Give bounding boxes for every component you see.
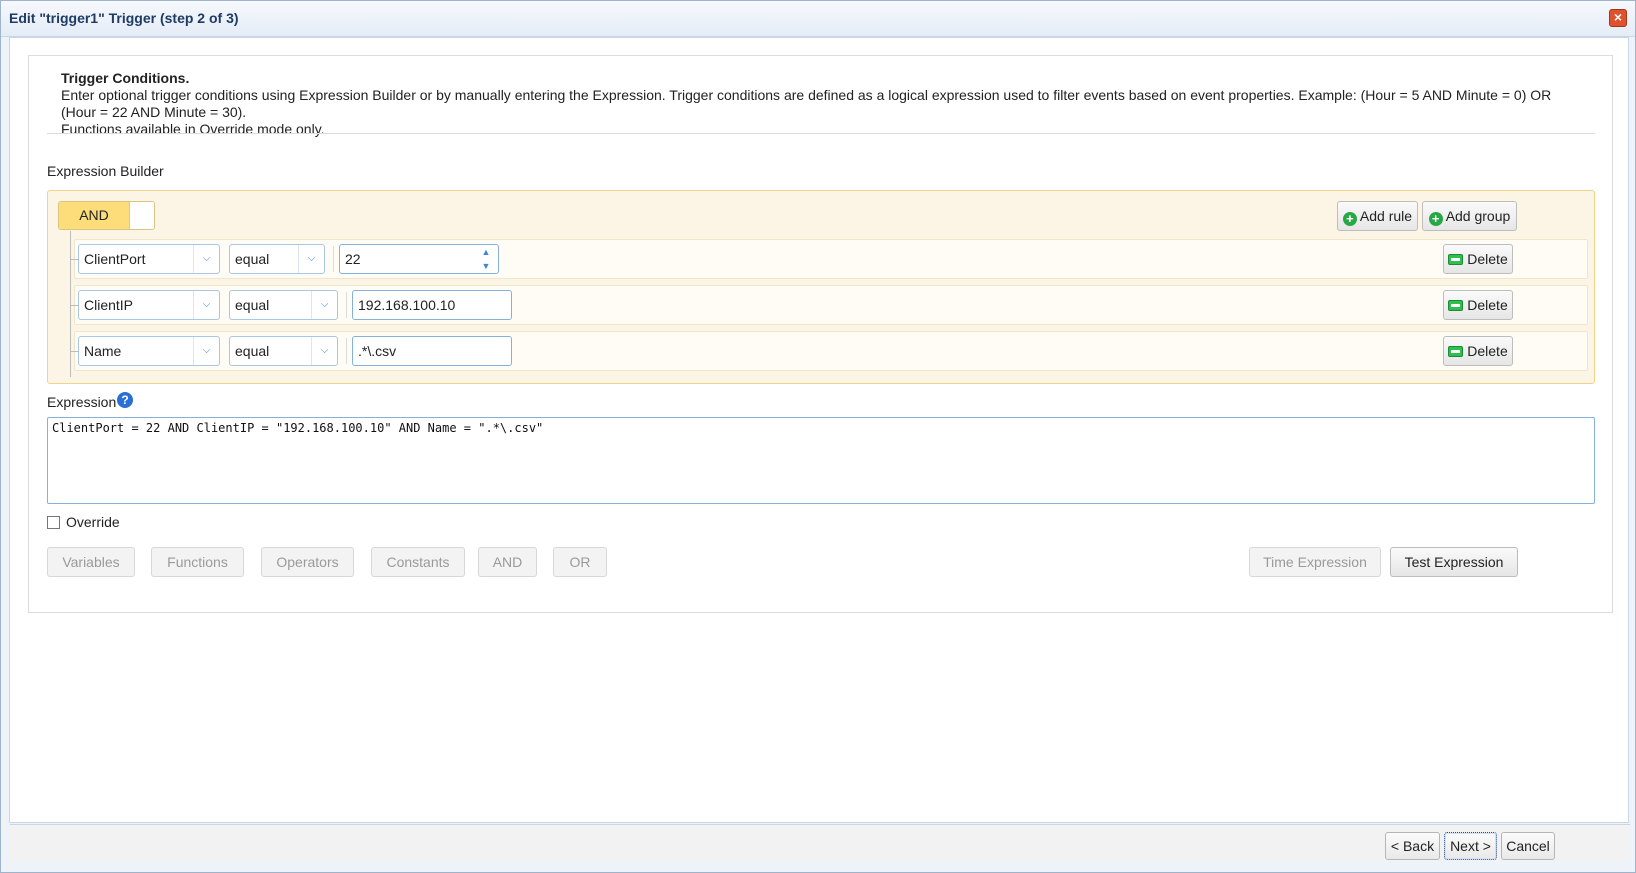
intro-heading: Trigger Conditions.	[61, 70, 190, 86]
delete-label: Delete	[1467, 251, 1508, 267]
or-button[interactable]: OR	[553, 547, 607, 577]
and-button[interactable]: AND	[478, 547, 537, 577]
intro-text: Trigger Conditions. Enter optional trigg…	[61, 70, 1581, 138]
intro-description: Enter optional trigger conditions using …	[61, 87, 1552, 120]
chevron-down-icon: ⌵	[193, 337, 219, 365]
edit-trigger-dialog: Edit "trigger1" Trigger (step 2 of 3) × …	[0, 0, 1636, 873]
plus-icon: +	[1342, 212, 1357, 226]
close-icon[interactable]: ×	[1609, 9, 1627, 27]
add-rule-label: Add rule	[1359, 208, 1413, 224]
tree-line	[70, 231, 71, 377]
back-button[interactable]: < Back	[1385, 832, 1440, 860]
delete-label: Delete	[1467, 297, 1508, 313]
delete-label: Delete	[1467, 343, 1508, 359]
minus-icon	[1448, 254, 1464, 265]
operator-select[interactable]: equal ⌵	[229, 336, 338, 366]
chevron-down-icon: ⌵	[193, 291, 219, 319]
value-text: .*\.csv	[358, 343, 397, 359]
expression-label: Expression	[47, 394, 117, 410]
operator-select-value: equal	[235, 343, 270, 359]
value-number-input[interactable]: 22 ▲ ▼	[339, 244, 499, 274]
value-text: 192.168.100.10	[358, 297, 456, 313]
cancel-button[interactable]: Cancel	[1501, 832, 1555, 860]
chevron-down-icon: ⌵	[298, 245, 324, 273]
functions-button[interactable]: Functions	[151, 547, 244, 577]
field-select[interactable]: ClientPort ⌵	[78, 244, 220, 274]
rule-row: Name ⌵ equal ⌵ .*\.csv Delete	[71, 331, 1588, 371]
expression-textarea[interactable]: ClientPort = 22 AND ClientIP = "192.168.…	[47, 417, 1595, 504]
variables-button[interactable]: Variables	[47, 547, 135, 577]
time-expression-button[interactable]: Time Expression	[1249, 547, 1381, 577]
value-number-text: 22	[345, 251, 361, 267]
delete-rule-button[interactable]: Delete	[1443, 336, 1513, 366]
delete-rule-button[interactable]: Delete	[1443, 244, 1513, 274]
next-button[interactable]: Next >	[1444, 832, 1497, 860]
dialog-content: Trigger Conditions. Enter optional trigg…	[9, 37, 1630, 861]
delete-rule-button[interactable]: Delete	[1443, 290, 1513, 320]
operator-select-value: equal	[235, 251, 270, 267]
rule-row: ClientIP ⌵ equal ⌵ 192.168.100.10 Delete	[71, 285, 1588, 325]
override-checkbox[interactable]	[47, 516, 60, 529]
operator-select[interactable]: equal ⌵	[229, 244, 325, 274]
rule-row: ClientPort ⌵ equal ⌵ 22 ▲ ▼ Delete	[71, 239, 1588, 279]
dialog-title: Edit "trigger1" Trigger (step 2 of 3)	[9, 10, 239, 26]
value-input[interactable]: .*\.csv	[352, 336, 512, 366]
condition-toggle[interactable]: AND	[58, 201, 155, 230]
field-select-value: ClientIP	[84, 297, 134, 313]
add-group-button[interactable]: + Add group	[1422, 201, 1517, 231]
title-bar: Edit "trigger1" Trigger (step 2 of 3) ×	[1, 1, 1635, 37]
constants-button[interactable]: Constants	[371, 547, 465, 577]
operators-button[interactable]: Operators	[261, 547, 354, 577]
test-expression-button[interactable]: Test Expression	[1390, 547, 1518, 577]
add-group-label: Add group	[1445, 208, 1511, 224]
chevron-down-icon: ⌵	[311, 291, 337, 319]
field-select[interactable]: ClientIP ⌵	[78, 290, 220, 320]
add-rule-button[interactable]: + Add rule	[1337, 201, 1418, 231]
minus-icon	[1448, 346, 1464, 357]
divider	[47, 133, 1595, 134]
chevron-down-icon: ⌵	[193, 245, 219, 273]
spin-down-icon[interactable]: ▼	[474, 259, 498, 273]
override-label: Override	[66, 514, 120, 530]
help-icon[interactable]: ?	[117, 392, 133, 408]
trigger-conditions-panel: Trigger Conditions. Enter optional trigg…	[28, 55, 1613, 613]
minus-icon	[1448, 300, 1464, 311]
field-select[interactable]: Name ⌵	[78, 336, 220, 366]
override-option[interactable]: Override	[47, 514, 120, 530]
expression-builder-label: Expression Builder	[47, 163, 164, 179]
chevron-down-icon: ⌵	[311, 337, 337, 365]
expression-builder: AND +Add rule +Add group ClientPort ⌵	[47, 190, 1595, 384]
condition-and[interactable]: AND	[59, 202, 129, 229]
dialog-footer: < Back Next > Cancel	[10, 824, 1630, 861]
operator-select-value: equal	[235, 297, 270, 313]
plus-icon: +	[1428, 212, 1443, 226]
condition-or-slot[interactable]	[129, 202, 154, 229]
spinner[interactable]: ▲ ▼	[474, 245, 498, 273]
value-input[interactable]: 192.168.100.10	[352, 290, 512, 320]
field-select-value: Name	[84, 343, 122, 359]
intro-note: Functions available in Override mode onl…	[61, 121, 325, 137]
operator-select[interactable]: equal ⌵	[229, 290, 338, 320]
spin-up-icon[interactable]: ▲	[474, 245, 498, 259]
field-select-value: ClientPort	[84, 251, 146, 267]
